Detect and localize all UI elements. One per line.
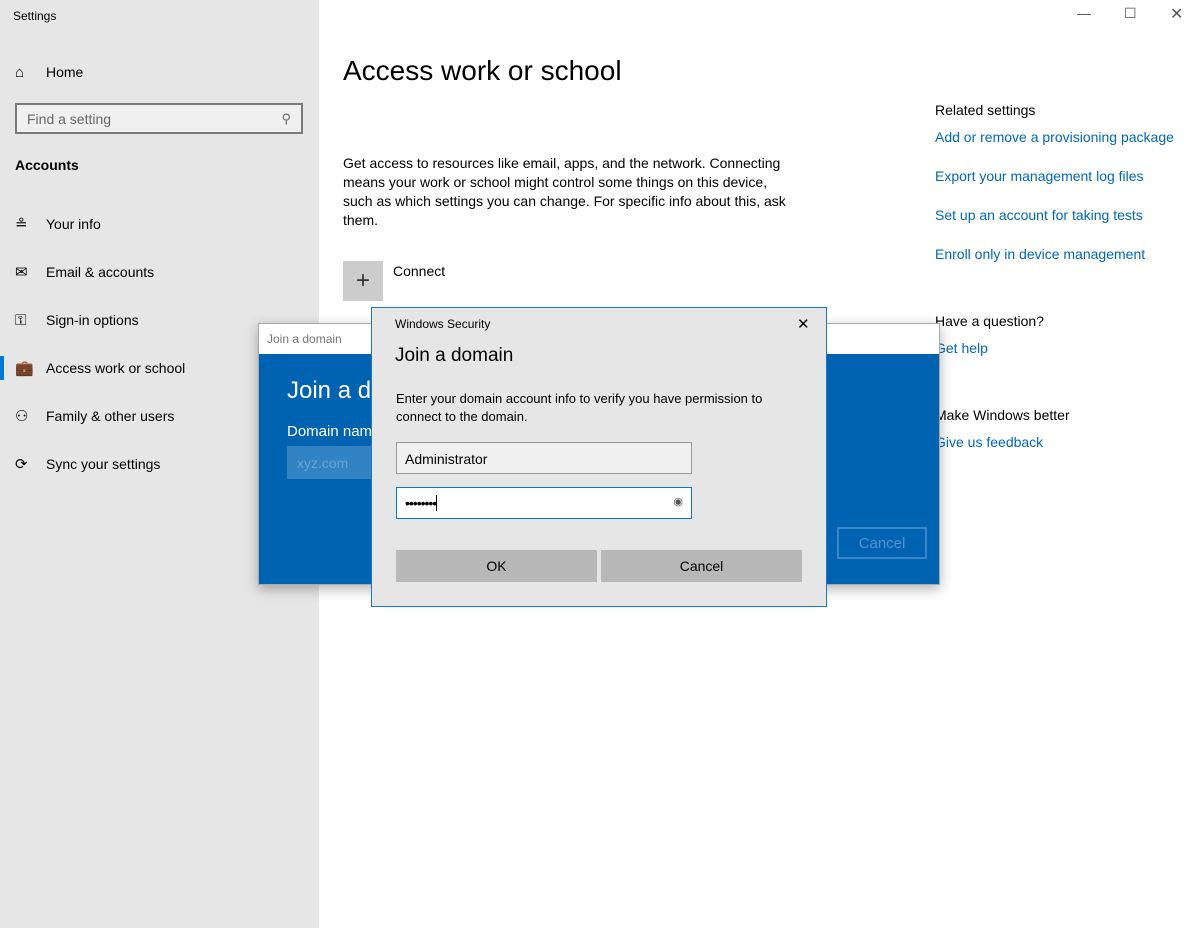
password-input[interactable]: •••••••• ◉ — [396, 487, 692, 519]
label: Access work or school — [46, 360, 186, 376]
home-label: Home — [46, 64, 84, 80]
security-titlebar: Windows Security — [395, 317, 491, 331]
window-title: Settings — [13, 9, 57, 23]
search-placeholder: Find a setting — [27, 110, 112, 127]
page-title: Access work or school — [343, 55, 622, 86]
label: Your info — [46, 216, 101, 232]
mail-icon: ✉ — [15, 264, 28, 281]
windows-security-dialog: Windows Security ✕ Join a domain Enter y… — [371, 307, 827, 607]
security-heading: Join a domain — [395, 345, 514, 366]
sidebar-item-your-info[interactable]: ≗ Your info — [0, 204, 319, 244]
security-text: Enter your domain account info to verify… — [396, 391, 763, 424]
sync-icon: ⟳ — [15, 456, 28, 473]
label: Email & accounts — [46, 264, 155, 280]
maximize-button[interactable]: ☐ — [1124, 5, 1137, 22]
link-enroll[interactable]: Enroll only in device management — [935, 246, 1145, 262]
label: Family & other users — [46, 408, 175, 424]
key-icon: ⚿ — [15, 311, 27, 329]
reveal-password-icon[interactable]: ◉ — [673, 495, 683, 511]
search-icon: ⚲ — [281, 110, 291, 126]
link-help[interactable]: Get help — [935, 340, 988, 356]
section-heading: Accounts — [15, 157, 79, 173]
link-export-logs[interactable]: Export your management log files — [935, 168, 1144, 184]
connect-button[interactable]: Connect — [393, 263, 445, 279]
link-provisioning[interactable]: Add or remove a provisioning package — [935, 129, 1174, 145]
add-user-icon: ⚇ — [15, 408, 29, 425]
password-value: •••••••• — [405, 495, 437, 511]
sidebar-item-home[interactable]: ⌂ Home — [0, 52, 319, 92]
domain-label: Domain name — [287, 423, 381, 440]
selected-indicator — [0, 356, 4, 380]
better-heading: Make Windows better — [935, 407, 1070, 423]
link-feedback[interactable]: Give us feedback — [935, 434, 1043, 450]
join-cancel-button[interactable]: Cancel — [837, 527, 927, 559]
label: Sign-in options — [46, 312, 139, 328]
briefcase-icon: 💼 — [15, 360, 34, 377]
sidebar-item-email[interactable]: ✉ Email & accounts — [0, 252, 319, 292]
minimize-button[interactable]: — — [1077, 5, 1091, 21]
connect-plus-icon[interactable]: + — [343, 261, 383, 301]
home-icon: ⌂ — [15, 63, 25, 81]
question-heading: Have a question? — [935, 313, 1044, 329]
description: Get access to resources like email, apps… — [343, 155, 786, 228]
close-icon[interactable]: ✕ — [797, 315, 810, 333]
related-heading: Related settings — [935, 102, 1036, 118]
cancel-button[interactable]: Cancel — [601, 550, 802, 582]
ok-button[interactable]: OK — [396, 550, 597, 582]
link-tests[interactable]: Set up an account for taking tests — [935, 207, 1143, 223]
contact-info-icon: ≗ — [15, 216, 28, 233]
username-input[interactable]: Administrator — [396, 442, 692, 474]
search-input[interactable]: Find a setting ⚲ — [15, 103, 303, 134]
close-button[interactable]: ✕ — [1170, 4, 1183, 24]
label: Sync your settings — [46, 456, 161, 472]
